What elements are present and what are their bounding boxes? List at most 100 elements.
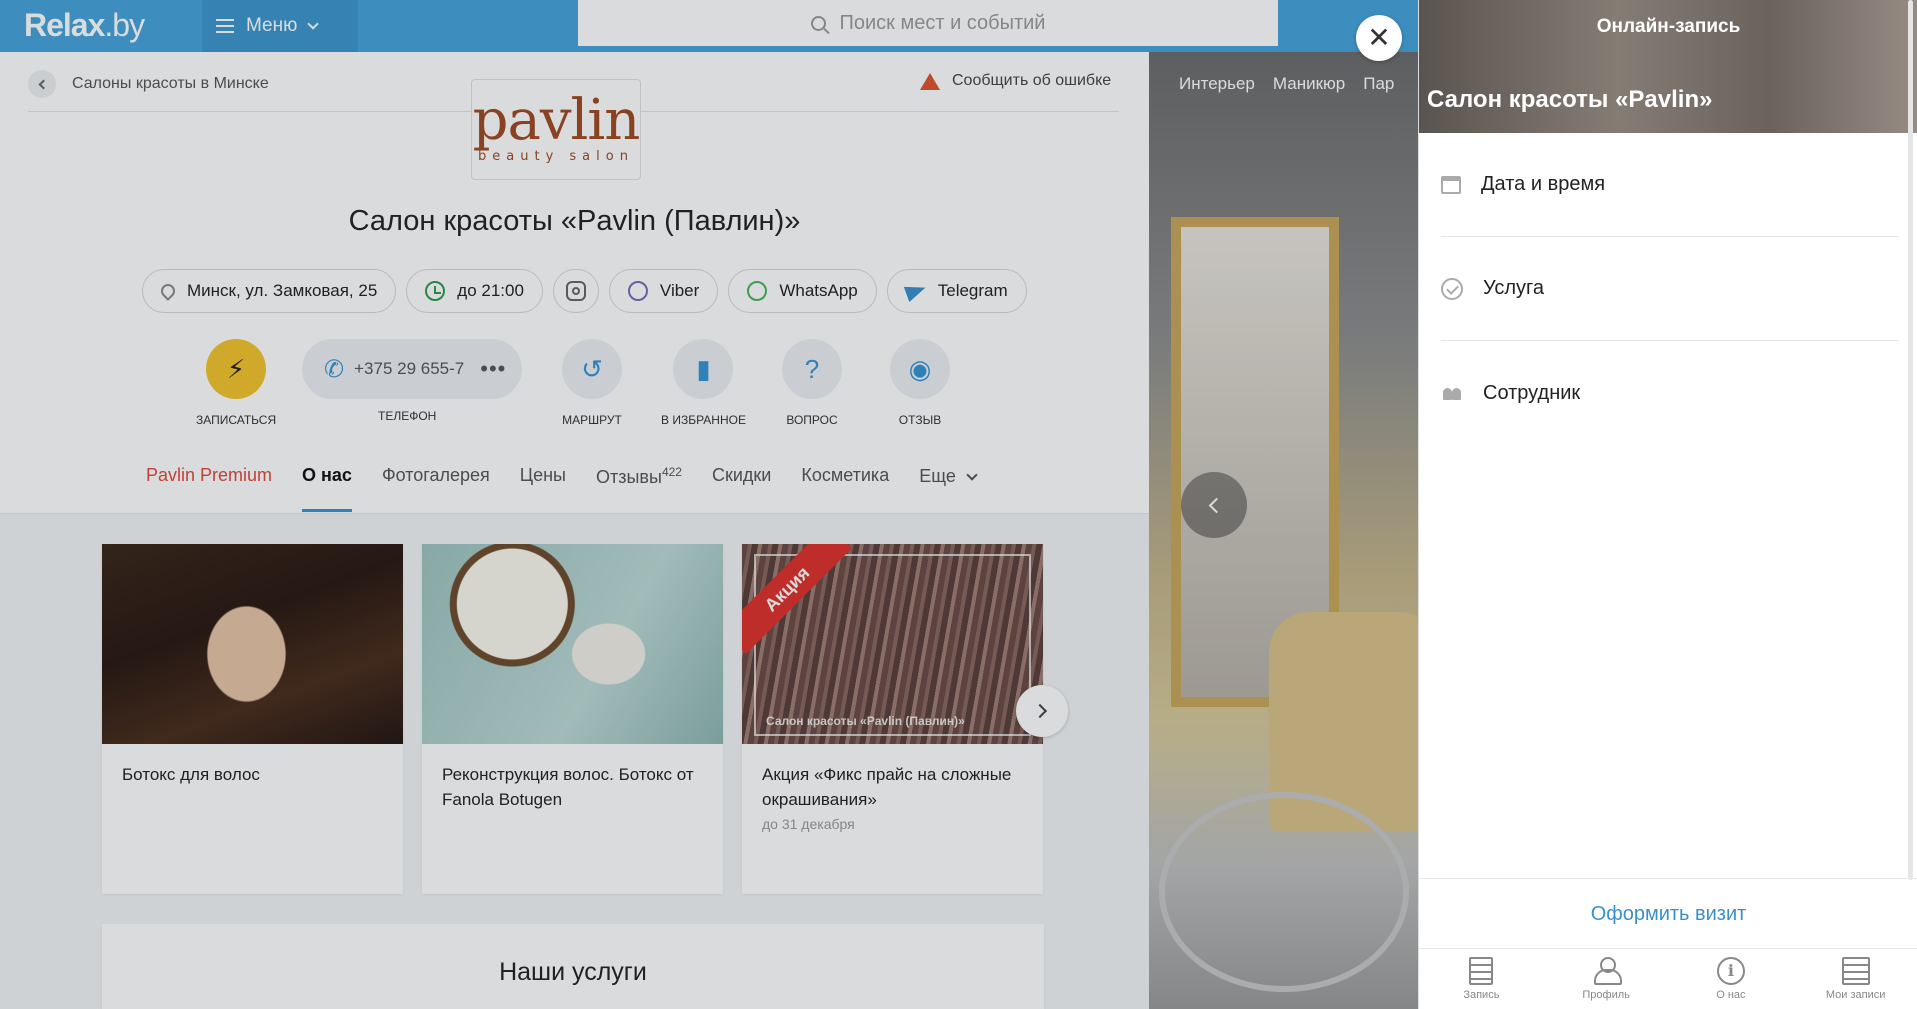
warning-icon [920, 72, 940, 90]
page-title: Салон красоты «Pavlin (Павлин)» [348, 205, 801, 237]
card-title: Реконструкция волос. Ботокс от Fanola Bo… [442, 765, 694, 809]
phone-icon: ✆ [324, 355, 345, 383]
menu-button[interactable]: Меню [202, 0, 358, 52]
check-circle-icon [1441, 277, 1463, 300]
contact-chips: Минск, ул. Замковая, 25 до 21:00 Viber W… [142, 269, 1027, 313]
phone-number: +375 29 655-7 [354, 359, 465, 378]
card-note: до 31 декабря [762, 816, 855, 832]
promo-card[interactable]: Реконструкция волос. Ботокс от Fanola Bo… [422, 544, 723, 894]
route-icon: ↺ [562, 339, 622, 399]
breadcrumb-label[interactable]: Салоны красоты в Минске [72, 75, 269, 93]
profile-icon [1593, 957, 1623, 985]
list-icon [1841, 957, 1870, 985]
nav-label: Мои записи [1825, 989, 1886, 1001]
back-icon[interactable] [28, 70, 56, 98]
viber-chip[interactable]: Viber [608, 269, 719, 313]
card-image: Акция Салон красоты «Pavlin (Павлин)» [742, 544, 1043, 744]
salon-logo: pavlin beauty salon [471, 79, 641, 180]
step-label: Дата и время [1481, 173, 1606, 195]
address-chip[interactable]: Минск, ул. Замковая, 25 [142, 269, 397, 313]
top-bar: Relax.by Меню Поиск мест и событий [0, 0, 1418, 52]
favorite-button[interactable]: ▮ В избранное [661, 339, 746, 427]
card-image [422, 544, 723, 744]
search-placeholder: Поиск мест и событий [839, 11, 1046, 34]
telegram-chip[interactable]: Telegram [886, 269, 1027, 313]
route-label: Маршрут [562, 413, 622, 427]
close-button[interactable]: ✕ [1356, 15, 1402, 61]
step-staff[interactable]: Сотрудник [1441, 341, 1899, 445]
search-icon [810, 15, 826, 31]
photo-gallery[interactable]: Интерьер Маникюр Пар [1149, 52, 1419, 1009]
book-label: Записаться [196, 413, 277, 427]
nav-booking[interactable]: Запись [1419, 949, 1544, 1009]
telegram-icon [903, 280, 928, 302]
calendar-icon [1441, 175, 1461, 194]
lightning-icon: ⚡ [206, 339, 267, 399]
question-label: Вопрос [786, 413, 838, 427]
tab-reviews[interactable]: Отзывы422 [596, 465, 682, 512]
nav-label: О нас [1716, 989, 1746, 1001]
phone-button[interactable]: ✆ +375 29 655-7 ••• [302, 339, 522, 399]
telegram-label: Telegram [937, 281, 1008, 300]
more-icon[interactable]: ••• [480, 356, 506, 382]
instagram-chip[interactable] [552, 269, 599, 313]
address-label: Минск, ул. Замковая, 25 [187, 281, 378, 300]
promo-card[interactable]: Ботокс для волос [102, 544, 403, 894]
hours-chip[interactable]: до 21:00 [406, 269, 543, 313]
tab-more[interactable]: Еще [919, 465, 978, 512]
chat-icon: ◉ [890, 339, 950, 399]
booking-kicker: Онлайн-запись [1596, 16, 1741, 37]
breadcrumb[interactable]: Салоны красоты в Минске [28, 70, 269, 98]
salon-logo-word: pavlin [472, 88, 641, 153]
clock-icon [425, 281, 446, 301]
gallery-tab-manicure[interactable]: Маникюр [1273, 74, 1345, 94]
gallery-tab-more[interactable]: Пар [1363, 74, 1394, 94]
salon-page: Relax.by Меню Поиск мест и событий Салон… [0, 0, 1418, 1009]
review-button[interactable]: ◉ Отзыв [890, 339, 950, 427]
booking-header: Онлайн-запись Салон красоты «Pavlin» [1419, 0, 1917, 133]
whatsapp-chip[interactable]: WhatsApp [728, 269, 877, 313]
gallery-prev-button[interactable] [1181, 472, 1247, 538]
submit-visit-button[interactable]: Оформить визит [1419, 878, 1917, 948]
hours-label: до 21:00 [457, 281, 524, 300]
step-service[interactable]: Услуга [1441, 237, 1899, 341]
site-logo[interactable]: Relax.by [24, 7, 145, 44]
bottom-nav: Запись Профиль i О нас Мои записи [1419, 948, 1917, 1009]
scrollbar[interactable] [1908, 0, 1913, 880]
gallery-photo-detail [1159, 792, 1409, 992]
card-image [102, 544, 403, 744]
chevron-down-icon [966, 468, 978, 481]
promo-card[interactable]: Акция Салон красоты «Pavlin (Павлин)» Ак… [742, 544, 1043, 894]
nav-my-bookings[interactable]: Мои записи [1793, 949, 1917, 1009]
tab-reviews-label: Отзывы [596, 467, 662, 487]
nav-about[interactable]: i О нас [1669, 949, 1794, 1009]
question-button[interactable]: ? Вопрос [782, 339, 842, 427]
tab-prices[interactable]: Цены [520, 465, 566, 512]
nav-label: Запись [1463, 989, 1500, 1001]
tab-about[interactable]: О нас [302, 465, 352, 512]
booking-icon [1469, 957, 1494, 985]
gallery-tab-interior[interactable]: Интерьер [1179, 74, 1255, 94]
step-date-time[interactable]: Дата и время [1441, 133, 1899, 237]
services-heading: Наши услуги [102, 924, 1044, 1009]
bookmark-icon: ▮ [673, 339, 734, 399]
viber-icon [627, 281, 648, 301]
tab-cosmetics[interactable]: Косметика [801, 465, 889, 512]
carousel-next-button[interactable] [1016, 685, 1068, 737]
step-label: Услуга [1483, 277, 1545, 299]
section-tabs: Pavlin Premium О нас Фотогалерея Цены От… [146, 465, 978, 512]
nav-profile[interactable]: Профиль [1544, 949, 1669, 1009]
report-error-label: Сообщить об ошибке [952, 72, 1112, 89]
tab-gallery[interactable]: Фотогалерея [382, 465, 490, 512]
route-button[interactable]: ↺ Маршрут [562, 339, 622, 427]
tab-discounts[interactable]: Скидки [712, 465, 771, 512]
question-icon: ? [782, 339, 842, 399]
booking-steps: Дата и время Услуга Сотрудник [1419, 133, 1899, 445]
search-input[interactable]: Поиск мест и событий [578, 0, 1278, 46]
book-button[interactable]: ⚡ Записаться [196, 339, 276, 427]
whatsapp-label: WhatsApp [779, 281, 858, 300]
close-icon: ✕ [1367, 22, 1391, 53]
tab-pavlin-premium[interactable]: Pavlin Premium [146, 465, 272, 512]
card-title: Ботокс для волос [122, 765, 260, 784]
report-error-link[interactable]: Сообщить об ошибке [920, 72, 1111, 90]
